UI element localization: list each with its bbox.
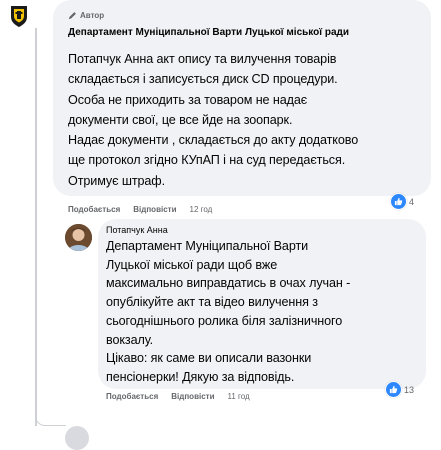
user-avatar[interactable]	[65, 224, 92, 251]
coat-of-arms-icon	[6, 3, 32, 29]
comment-author[interactable]: Департамент Муніципальної Варти Луцької …	[68, 27, 398, 38]
thread-line	[35, 28, 37, 426]
reply-text: Департамент Муніципальної Варти Луцької …	[106, 239, 351, 384]
reply-actions: Подобається Відповісти 11 год	[106, 392, 250, 401]
reactions-summary[interactable]: 4	[390, 193, 414, 210]
reactions-count: 4	[409, 196, 415, 207]
like-reaction-icon	[385, 381, 402, 398]
reply-author[interactable]: Потапчук Анна	[106, 225, 168, 235]
thread-connector	[35, 400, 66, 426]
reactions-count: 13	[404, 384, 415, 395]
next-reply-avatar	[65, 426, 89, 450]
like-link[interactable]: Подобається	[68, 205, 120, 214]
comment-actions: Подобається Відповісти 12 год	[68, 205, 212, 214]
like-link[interactable]: Подобається	[106, 392, 158, 401]
page-avatar[interactable]	[6, 3, 32, 29]
reply-link[interactable]: Відповісти	[171, 392, 214, 401]
timestamp[interactable]: 12 год	[190, 205, 213, 214]
profile-photo-icon	[65, 224, 92, 251]
like-reaction-icon	[390, 193, 407, 210]
comment-text: Потапчук Анна акт опису та вилучення тов…	[68, 52, 359, 188]
timestamp[interactable]: 11 год	[228, 392, 250, 401]
pencil-icon	[68, 12, 76, 20]
reply-link[interactable]: Відповісти	[133, 205, 176, 214]
author-badge-label: Автор	[80, 11, 105, 20]
reactions-summary[interactable]: 13	[385, 381, 414, 398]
author-badge: Автор	[68, 11, 104, 20]
